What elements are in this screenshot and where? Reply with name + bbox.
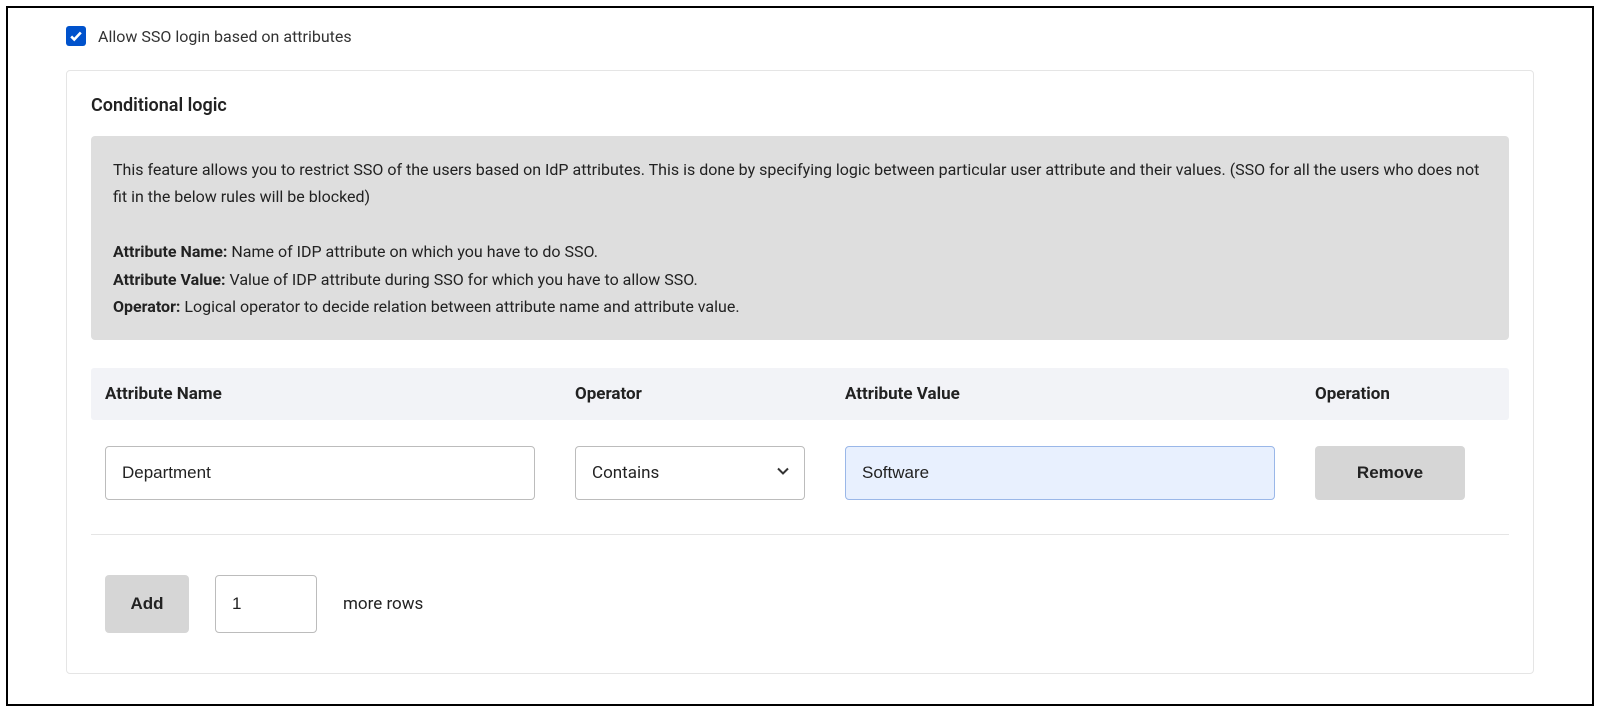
operator-select-value: Contains xyxy=(592,463,659,483)
def-attr-name-label: Attribute Name: xyxy=(113,242,227,261)
definitions-block: Attribute Name: Name of IDP attribute on… xyxy=(113,238,1487,320)
col-header-operator: Operator xyxy=(575,384,845,404)
rows-count-input[interactable] xyxy=(215,575,317,633)
allow-sso-checkbox-label: Allow SSO login based on attributes xyxy=(98,27,352,46)
def-attr-value-label: Attribute Value: xyxy=(113,270,226,289)
rule-row: Contains Remove xyxy=(91,446,1509,535)
info-box: This feature allows you to restrict SSO … xyxy=(91,136,1509,340)
add-row-controls: Add more rows xyxy=(91,575,1509,633)
checkmark-icon xyxy=(69,29,83,43)
more-rows-label: more rows xyxy=(343,594,423,614)
def-attr-name-text: Name of IDP attribute on which you have … xyxy=(227,242,598,261)
allow-sso-checkbox-row: Allow SSO login based on attributes xyxy=(66,26,1534,46)
attribute-value-input[interactable] xyxy=(845,446,1275,500)
rules-table-header: Attribute Name Operator Attribute Value … xyxy=(91,368,1509,420)
def-operator: Operator: Logical operator to decide rel… xyxy=(113,293,1487,320)
panel-title: Conditional logic xyxy=(91,95,1509,116)
attribute-name-input[interactable] xyxy=(105,446,535,500)
col-header-attr-name: Attribute Name xyxy=(105,384,575,404)
col-header-operation: Operation xyxy=(1315,384,1495,404)
def-operator-label: Operator: xyxy=(113,297,180,316)
def-attr-name: Attribute Name: Name of IDP attribute on… xyxy=(113,238,1487,265)
col-header-attr-value: Attribute Value xyxy=(845,384,1315,404)
settings-frame: Allow SSO login based on attributes Cond… xyxy=(6,6,1594,706)
conditional-logic-panel: Conditional logic This feature allows yo… xyxy=(66,70,1534,674)
def-operator-text: Logical operator to decide relation betw… xyxy=(180,297,739,316)
def-attr-value: Attribute Value: Value of IDP attribute … xyxy=(113,266,1487,293)
info-description: This feature allows you to restrict SSO … xyxy=(113,156,1487,210)
add-button[interactable]: Add xyxy=(105,575,189,633)
remove-button[interactable]: Remove xyxy=(1315,446,1465,500)
allow-sso-checkbox[interactable] xyxy=(66,26,86,46)
operator-select[interactable]: Contains xyxy=(575,446,805,500)
operator-select-wrapper: Contains xyxy=(575,446,805,500)
def-attr-value-text: Value of IDP attribute during SSO for wh… xyxy=(226,270,698,289)
